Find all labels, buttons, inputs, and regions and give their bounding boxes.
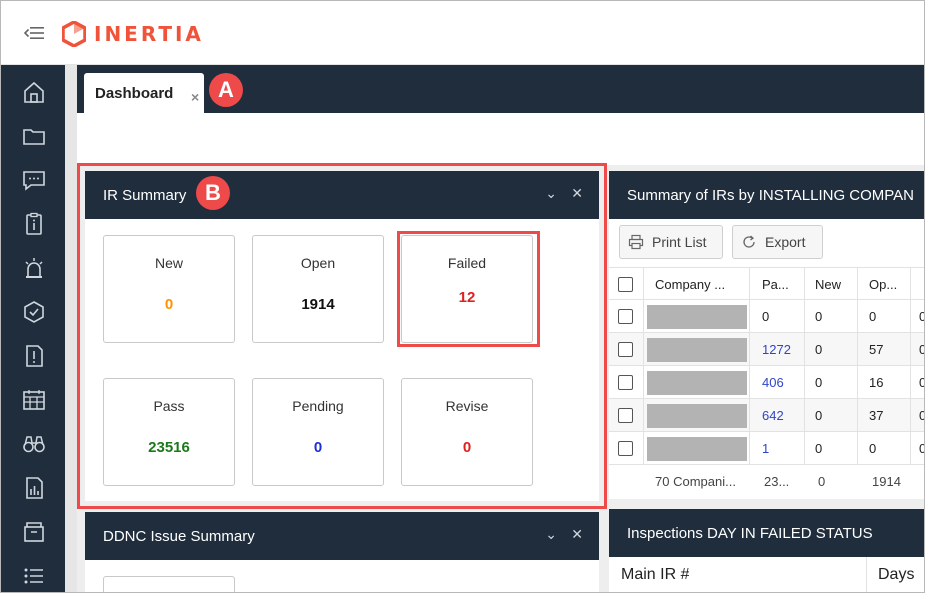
column-header-open[interactable]: Op... <box>869 268 897 301</box>
column-header-days[interactable]: Days <box>878 557 914 592</box>
redacted-company-name <box>647 436 747 461</box>
cell-pa[interactable]: 406 <box>762 366 784 399</box>
cell-open: 37 <box>869 408 884 423</box>
calendar-icon[interactable] <box>21 387 47 413</box>
column-header-main-ir[interactable]: Main IR # <box>621 557 689 592</box>
collapse-menu-icon[interactable] <box>24 26 44 40</box>
export-button[interactable]: Export <box>732 225 823 259</box>
column-header-new[interactable]: New <box>815 268 841 301</box>
annotation-badge-b: B <box>196 176 230 210</box>
cell-open: 16 <box>869 375 884 390</box>
cell-new: 0 <box>815 441 823 456</box>
footer-company-count: 70 Compani... <box>655 474 736 489</box>
table-row[interactable]: 0 0 0 0 <box>609 300 924 333</box>
sidebar <box>1 65 65 592</box>
binoculars-icon[interactable] <box>21 431 47 457</box>
grid-footer-row: 70 Compani... 23... 0 1914 <box>609 465 924 498</box>
cell-extra: 0 <box>919 300 924 333</box>
annotation-badge-a: A <box>209 73 243 107</box>
row-checkbox[interactable] <box>618 309 633 324</box>
cell-new: 0 <box>815 342 823 357</box>
cell-extra: 0 <box>919 366 924 399</box>
home-icon[interactable] <box>21 79 47 105</box>
cell-open: 57 <box>869 342 884 357</box>
chat-icon[interactable] <box>21 167 47 193</box>
redacted-company-name <box>647 304 747 329</box>
panel-title: Summary of IRs by INSTALLING COMPAN <box>627 186 914 204</box>
footer-pa-total: 23... <box>764 474 790 489</box>
cell-open: 0 <box>869 309 877 324</box>
close-icon[interactable]: × <box>191 89 199 105</box>
list-icon[interactable] <box>21 563 47 589</box>
ir-summary-highlight-box <box>77 163 607 509</box>
cell-new: 0 <box>815 375 823 390</box>
alert-document-icon[interactable] <box>21 343 47 369</box>
brand-name: INERTIA <box>94 22 204 46</box>
ddnc-issue-summary-panel: DDNC Issue Summary ⌄ ✕ <box>85 512 599 592</box>
installing-company-panel: Summary of IRs by INSTALLING COMPAN Prin… <box>609 171 924 499</box>
printer-icon <box>628 234 644 250</box>
cell-extra: 0 <box>919 399 924 432</box>
archive-box-icon[interactable] <box>21 519 47 545</box>
top-bar: INERTIA <box>1 1 924 65</box>
table-row[interactable]: 1272 0 57 0 <box>609 333 924 366</box>
footer-open-total: 1914 <box>872 474 901 489</box>
print-list-button[interactable]: Print List <box>619 225 723 259</box>
column-header-pa[interactable]: Pa... <box>762 268 789 301</box>
redacted-company-name <box>647 403 747 428</box>
status-card[interactable] <box>103 576 235 592</box>
redacted-company-name <box>647 370 747 395</box>
cell-pa[interactable]: 1 <box>762 432 769 465</box>
refresh-icon <box>743 235 755 248</box>
panel-title: DDNC Issue Summary <box>103 527 255 545</box>
select-all-checkbox[interactable] <box>618 277 633 292</box>
grid-header-row: Company ... Pa... New Op... <box>609 267 924 301</box>
redacted-company-name <box>647 337 747 362</box>
cell-open: 0 <box>869 441 877 456</box>
table-row[interactable]: 642 0 37 0 <box>609 399 924 432</box>
cell-extra: 0 <box>919 333 924 366</box>
tab-dashboard[interactable]: Dashboard × <box>84 73 204 113</box>
close-icon[interactable]: ✕ <box>571 526 583 543</box>
footer-new-total: 0 <box>818 474 826 489</box>
panel-header: Summary of IRs by INSTALLING COMPAN <box>609 171 924 219</box>
panel-header: DDNC Issue Summary ⌄ ✕ <box>85 512 599 560</box>
tab-strip: Dashboard × A <box>77 65 924 113</box>
cell-pa: 0 <box>762 309 770 324</box>
sidebar-gutter <box>65 65 77 592</box>
chevron-down-icon[interactable]: ⌄ <box>545 526 557 543</box>
cell-extra: 0 <box>919 432 924 465</box>
alarm-light-icon[interactable] <box>21 255 47 281</box>
row-checkbox[interactable] <box>618 342 633 357</box>
shield-check-icon[interactable] <box>21 299 47 325</box>
toolbar-area <box>77 113 924 165</box>
row-checkbox[interactable] <box>618 441 633 456</box>
table-row[interactable]: 1 0 0 0 <box>609 432 924 465</box>
cell-pa[interactable]: 1272 <box>762 333 791 366</box>
panel-title: Inspections DAY IN FAILED STATUS <box>627 524 873 542</box>
cell-new: 0 <box>815 408 823 423</box>
clipboard-info-icon[interactable] <box>21 211 47 237</box>
failed-status-panel: Inspections DAY IN FAILED STATUS Main IR… <box>609 509 924 592</box>
folder-icon[interactable] <box>21 123 47 149</box>
main-content: Dashboard × A IR Summary ⌄ ✕ New 0 Open 19… <box>77 65 924 592</box>
table-row[interactable]: 406 0 16 0 <box>609 366 924 399</box>
brand-logo[interactable]: INERTIA <box>62 21 204 47</box>
row-checkbox[interactable] <box>618 408 633 423</box>
grid-header-row: Main IR # Days <box>609 557 924 592</box>
cell-pa[interactable]: 642 <box>762 399 784 432</box>
hexagon-logo-icon <box>62 21 86 47</box>
panel-header: Inspections DAY IN FAILED STATUS <box>609 509 924 557</box>
row-checkbox[interactable] <box>618 375 633 390</box>
report-chart-icon[interactable] <box>21 475 47 501</box>
column-header-company[interactable]: Company ... <box>655 268 725 301</box>
cell-new: 0 <box>815 309 823 324</box>
app-window: INERTIA Dashboard × A IR Summary ⌄ ✕ New… <box>0 0 925 593</box>
tab-label: Dashboard <box>95 84 174 102</box>
